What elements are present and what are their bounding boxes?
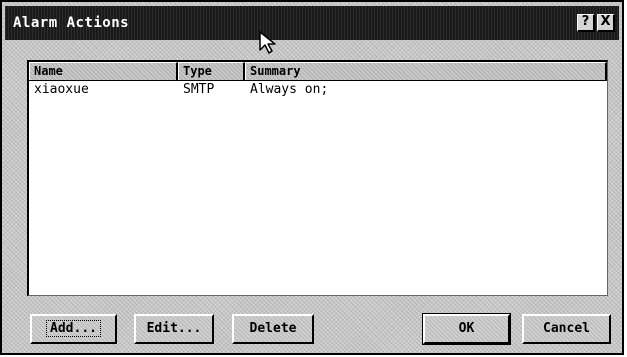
column-header-summary[interactable]: Summary xyxy=(245,62,607,80)
close-button[interactable]: X xyxy=(597,14,615,32)
column-header-name[interactable]: Name xyxy=(29,62,178,80)
cell-name: xiaoxue xyxy=(34,82,89,97)
ok-button-label: OK xyxy=(458,321,475,336)
alarm-actions-list[interactable]: Name Type Summary xiaoxue SMTP Always on… xyxy=(27,60,608,296)
edit-button-label: Edit... xyxy=(146,321,202,336)
add-button-label: Add... xyxy=(46,320,101,337)
add-button[interactable]: Add... xyxy=(30,314,117,344)
delete-button[interactable]: Delete xyxy=(232,314,314,344)
ok-button[interactable]: OK xyxy=(422,313,511,345)
title-bar-buttons: ? X xyxy=(577,14,615,32)
cancel-button-label: Cancel xyxy=(543,321,590,336)
title-bar[interactable]: Alarm Actions ? X xyxy=(5,6,619,40)
list-header: Name Type Summary xyxy=(29,62,607,81)
mouse-pointer-icon xyxy=(259,31,276,54)
alarm-actions-dialog: Alarm Actions ? X Name Type Summary xiao… xyxy=(0,0,624,355)
help-button[interactable]: ? xyxy=(577,14,595,32)
cancel-button[interactable]: Cancel xyxy=(522,314,611,344)
delete-button-label: Delete xyxy=(249,321,297,336)
cell-type: SMTP xyxy=(183,82,215,97)
column-header-type[interactable]: Type xyxy=(178,62,245,80)
edit-button[interactable]: Edit... xyxy=(134,314,214,344)
cell-summary: Always on; xyxy=(250,82,329,97)
window-title: Alarm Actions xyxy=(13,15,130,31)
list-item[interactable]: xiaoxue SMTP Always on; xyxy=(29,81,607,99)
